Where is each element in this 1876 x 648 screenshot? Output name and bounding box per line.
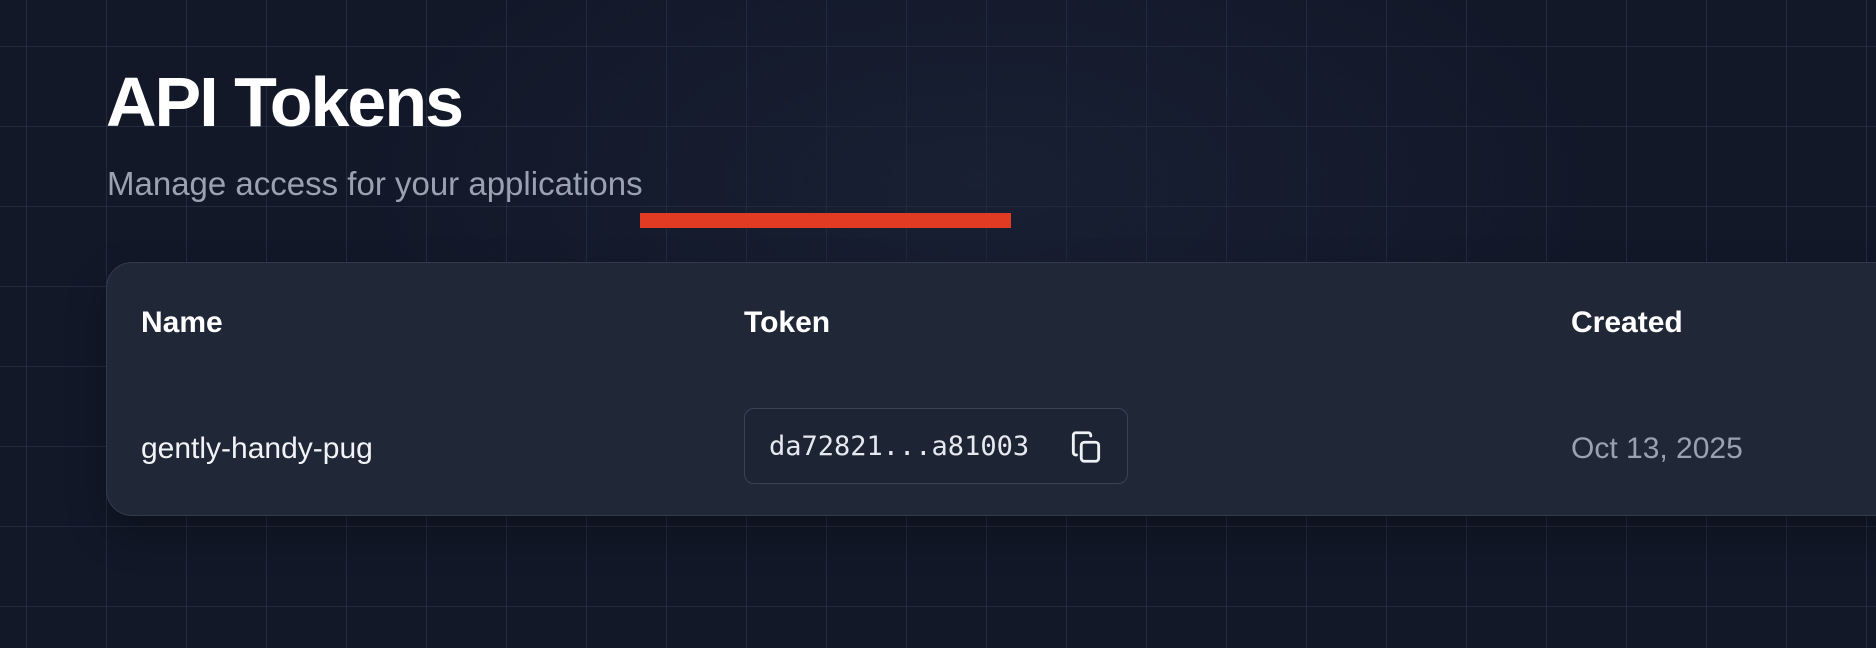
column-header-name: Name <box>141 306 223 339</box>
page-title: API Tokens <box>106 63 464 141</box>
token-created-cell: Oct 13, 2025 <box>1571 432 1743 465</box>
token-name-cell: gently-handy-pug <box>141 432 373 465</box>
copy-icon <box>1071 431 1101 463</box>
tokens-table-card: Name Token Created gently-handy-pug da72… <box>106 262 1876 516</box>
highlight-underline <box>640 213 1011 228</box>
column-header-created: Created <box>1571 306 1683 339</box>
token-value: da72821...a81003 <box>769 431 1030 462</box>
token-chip: da72821...a81003 <box>744 408 1128 484</box>
copy-token-button[interactable] <box>1067 428 1105 466</box>
column-header-token: Token <box>744 306 831 339</box>
page-subtitle: Manage access for your applications <box>107 165 643 202</box>
